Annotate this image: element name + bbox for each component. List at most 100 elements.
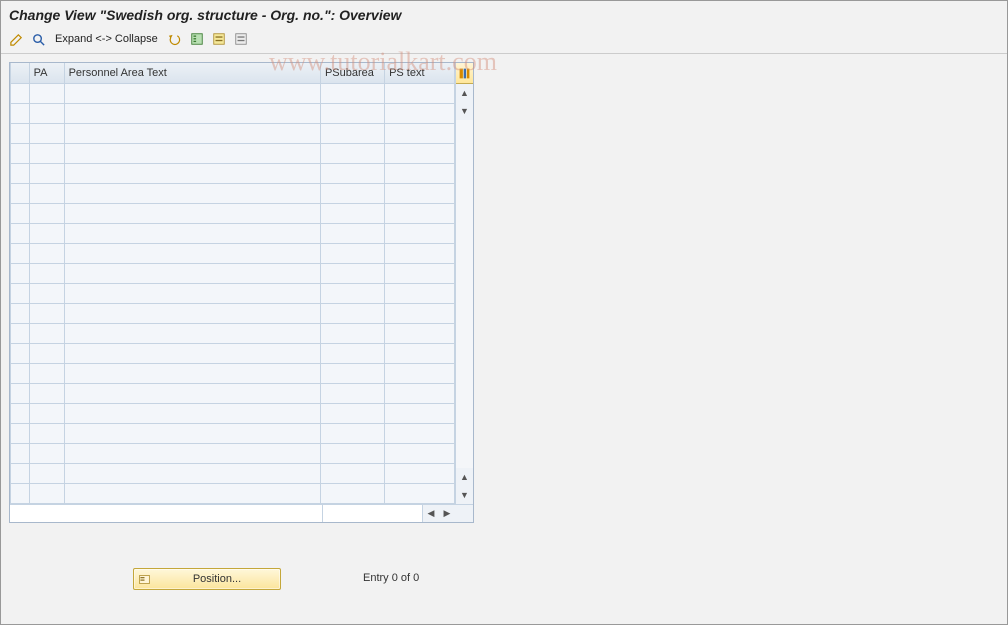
scroll-down-small-icon[interactable]: ▼ bbox=[456, 102, 473, 120]
cell[interactable] bbox=[385, 243, 455, 263]
cell[interactable] bbox=[64, 363, 320, 383]
table-row[interactable] bbox=[11, 83, 455, 103]
row-selector[interactable] bbox=[11, 343, 30, 363]
row-selector[interactable] bbox=[11, 223, 30, 243]
cell[interactable] bbox=[320, 383, 384, 403]
table-row[interactable] bbox=[11, 483, 455, 503]
table-row[interactable] bbox=[11, 223, 455, 243]
row-selector[interactable] bbox=[11, 163, 30, 183]
cell[interactable] bbox=[64, 203, 320, 223]
table-row[interactable] bbox=[11, 343, 455, 363]
table-row[interactable] bbox=[11, 383, 455, 403]
cell[interactable] bbox=[29, 123, 64, 143]
table-row[interactable] bbox=[11, 263, 455, 283]
row-selector[interactable] bbox=[11, 423, 30, 443]
table-row[interactable] bbox=[11, 163, 455, 183]
row-selector[interactable] bbox=[11, 263, 30, 283]
cell[interactable] bbox=[320, 223, 384, 243]
cell[interactable] bbox=[29, 163, 64, 183]
cell[interactable] bbox=[29, 283, 64, 303]
table-row[interactable] bbox=[11, 143, 455, 163]
cell[interactable] bbox=[385, 323, 455, 343]
table-settings-icon[interactable] bbox=[456, 63, 473, 84]
cell[interactable] bbox=[64, 483, 320, 503]
cell[interactable] bbox=[385, 103, 455, 123]
cell[interactable] bbox=[320, 363, 384, 383]
cell[interactable] bbox=[29, 83, 64, 103]
cell[interactable] bbox=[385, 143, 455, 163]
vertical-scroll-track[interactable] bbox=[456, 120, 473, 468]
cell[interactable] bbox=[64, 303, 320, 323]
scroll-up-small-icon[interactable]: ▲ bbox=[456, 468, 473, 486]
cell[interactable] bbox=[385, 203, 455, 223]
cell[interactable] bbox=[64, 403, 320, 423]
cell[interactable] bbox=[320, 263, 384, 283]
col-header-patext[interactable]: Personnel Area Text bbox=[64, 63, 320, 83]
cell[interactable] bbox=[320, 323, 384, 343]
row-selector[interactable] bbox=[11, 243, 30, 263]
cell[interactable] bbox=[385, 383, 455, 403]
details-icon[interactable] bbox=[29, 30, 47, 48]
table-row[interactable] bbox=[11, 183, 455, 203]
cell[interactable] bbox=[385, 283, 455, 303]
cell[interactable] bbox=[64, 443, 320, 463]
cell[interactable] bbox=[385, 303, 455, 323]
cell[interactable] bbox=[64, 423, 320, 443]
cell[interactable] bbox=[320, 343, 384, 363]
cell[interactable] bbox=[64, 143, 320, 163]
table-row[interactable] bbox=[11, 463, 455, 483]
cell[interactable] bbox=[29, 303, 64, 323]
row-selector[interactable] bbox=[11, 283, 30, 303]
cell[interactable] bbox=[385, 463, 455, 483]
cell[interactable] bbox=[29, 443, 64, 463]
row-selector[interactable] bbox=[11, 383, 30, 403]
cell[interactable] bbox=[320, 123, 384, 143]
table-row[interactable] bbox=[11, 103, 455, 123]
cell[interactable] bbox=[320, 103, 384, 123]
cell[interactable] bbox=[320, 463, 384, 483]
row-selector[interactable] bbox=[11, 83, 30, 103]
cell[interactable] bbox=[29, 223, 64, 243]
cell[interactable] bbox=[385, 263, 455, 283]
cell[interactable] bbox=[29, 383, 64, 403]
cell[interactable] bbox=[64, 283, 320, 303]
cell[interactable] bbox=[385, 403, 455, 423]
position-button[interactable]: Position... bbox=[133, 568, 281, 590]
select-all-header[interactable] bbox=[11, 63, 30, 83]
table-row[interactable] bbox=[11, 423, 455, 443]
undo-icon[interactable] bbox=[166, 30, 184, 48]
table-row[interactable] bbox=[11, 123, 455, 143]
cell[interactable] bbox=[29, 323, 64, 343]
row-selector[interactable] bbox=[11, 103, 30, 123]
cell[interactable] bbox=[320, 203, 384, 223]
deselect-all-icon[interactable] bbox=[232, 30, 250, 48]
cell[interactable] bbox=[64, 323, 320, 343]
cell[interactable] bbox=[64, 223, 320, 243]
table-row[interactable] bbox=[11, 243, 455, 263]
row-selector[interactable] bbox=[11, 483, 30, 503]
cell[interactable] bbox=[320, 183, 384, 203]
table-row[interactable] bbox=[11, 323, 455, 343]
table-row[interactable] bbox=[11, 283, 455, 303]
cell[interactable] bbox=[29, 243, 64, 263]
cell[interactable] bbox=[29, 363, 64, 383]
scroll-left-icon[interactable]: ◀ bbox=[423, 508, 439, 519]
cell[interactable] bbox=[320, 143, 384, 163]
cell[interactable] bbox=[385, 483, 455, 503]
cell[interactable] bbox=[320, 283, 384, 303]
row-selector[interactable] bbox=[11, 403, 30, 423]
cell[interactable] bbox=[64, 463, 320, 483]
row-selector[interactable] bbox=[11, 443, 30, 463]
cell[interactable] bbox=[29, 483, 64, 503]
hscroll-track[interactable] bbox=[323, 505, 423, 522]
cell[interactable] bbox=[320, 243, 384, 263]
cell[interactable] bbox=[64, 123, 320, 143]
row-selector[interactable] bbox=[11, 183, 30, 203]
cell[interactable] bbox=[29, 103, 64, 123]
col-header-pa[interactable]: PA bbox=[29, 63, 64, 83]
cell[interactable] bbox=[29, 263, 64, 283]
cell[interactable] bbox=[385, 423, 455, 443]
col-header-psubarea[interactable]: PSubarea bbox=[320, 63, 384, 83]
table-row[interactable] bbox=[11, 403, 455, 423]
cell[interactable] bbox=[385, 443, 455, 463]
